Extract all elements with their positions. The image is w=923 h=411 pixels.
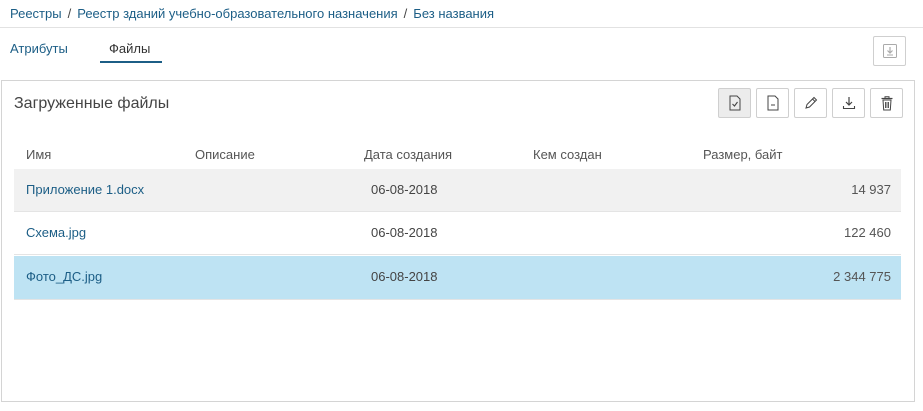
- column-header-description[interactable]: Описание: [195, 147, 255, 162]
- download-icon: [842, 97, 855, 110]
- file-name-link[interactable]: Фото_ДС.jpg: [26, 269, 102, 284]
- table-row[interactable]: Приложение 1.docx 06-08-2018 14 937: [14, 169, 901, 212]
- created-date: 06-08-2018: [371, 182, 438, 197]
- files-panel: Загруженные файлы Имя Описание Дата созд…: [1, 80, 915, 402]
- table-row-selected[interactable]: Фото_ДС.jpg 06-08-2018 2 344 775: [14, 256, 901, 300]
- export-icon: [882, 44, 897, 58]
- trash-icon: [881, 96, 892, 111]
- file-name-link[interactable]: Приложение 1.docx: [26, 182, 144, 197]
- file-name-link[interactable]: Схема.jpg: [26, 225, 86, 240]
- new-file-button[interactable]: [756, 88, 789, 118]
- header-divider: [0, 27, 923, 28]
- download-button[interactable]: [832, 88, 865, 118]
- tab-attributes[interactable]: Атрибуты: [10, 41, 68, 56]
- column-header-author[interactable]: Кем создан: [533, 147, 602, 162]
- panel-title: Загруженные файлы: [14, 95, 170, 112]
- column-header-size[interactable]: Размер, байт: [703, 147, 783, 162]
- created-date: 06-08-2018: [371, 269, 438, 284]
- file-check-icon: [729, 95, 740, 111]
- table-header: Имя Описание Дата создания Кем создан Ра…: [14, 143, 901, 169]
- breadcrumb: Реестры / Реестр зданий учебно-образоват…: [10, 5, 494, 21]
- file-size: 2 344 775: [833, 269, 891, 284]
- column-header-created[interactable]: Дата создания: [364, 147, 452, 162]
- file-size: 14 937: [851, 182, 891, 197]
- breadcrumb-registry[interactable]: Реестр зданий учебно-образовательного на…: [77, 6, 397, 21]
- table-row[interactable]: Схема.jpg 06-08-2018 122 460: [14, 212, 901, 255]
- export-button[interactable]: [873, 36, 906, 66]
- edit-button[interactable]: [794, 88, 827, 118]
- delete-button[interactable]: [870, 88, 903, 118]
- tab-files[interactable]: Файлы: [109, 41, 150, 56]
- file-icon: [767, 95, 778, 111]
- breadcrumb-current: Без названия: [413, 5, 495, 21]
- file-size: 122 460: [844, 225, 891, 240]
- breadcrumb-separator: /: [67, 5, 72, 21]
- pencil-icon: [804, 96, 817, 109]
- active-tab-indicator: [100, 61, 162, 63]
- column-header-name[interactable]: Имя: [26, 147, 51, 162]
- created-date: 06-08-2018: [371, 225, 438, 240]
- breadcrumb-registries[interactable]: Реестры: [10, 6, 62, 21]
- breadcrumb-separator: /: [403, 5, 408, 21]
- select-file-button[interactable]: [718, 88, 751, 118]
